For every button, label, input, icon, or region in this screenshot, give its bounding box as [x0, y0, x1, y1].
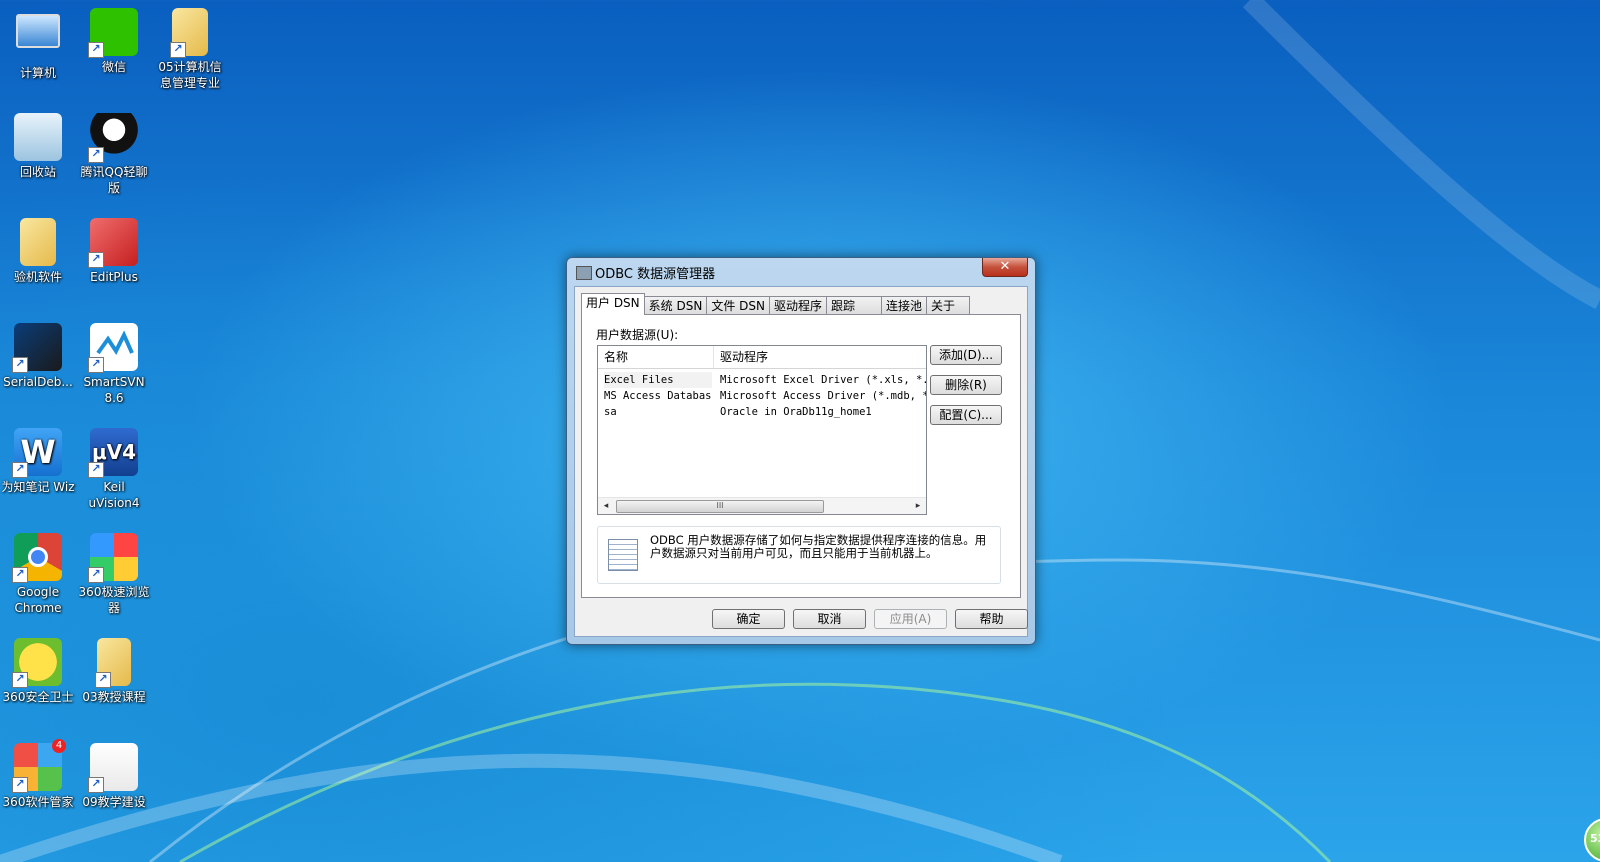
recycle-bin-icon	[14, 113, 62, 161]
desktop-icon-wiz[interactable]: W ↗ 为知笔记 Wiz	[1, 428, 75, 495]
info-text: ODBC 用户数据源存储了如何与指定数据提供程序连接的信息。用户数据源只对当前用…	[650, 533, 987, 560]
list-header: 名称 驱动程序	[598, 346, 926, 369]
pdf-file-icon: ↗	[88, 743, 138, 793]
row-driver: Oracle in OraDb11g_home1	[720, 406, 872, 418]
desktop-icon-label: Keil uVision4	[88, 480, 140, 510]
wiz-icon: W ↗	[12, 428, 62, 478]
close-button[interactable]: ✕	[982, 258, 1028, 277]
row-driver: Microsoft Access Driver (*.mdb, *.	[720, 390, 926, 402]
folder-icon: ↗	[170, 8, 208, 58]
desktop-icon-wechat[interactable]: ↗ 微信	[77, 8, 151, 75]
configure-button[interactable]: 配置(C)...	[930, 405, 1002, 425]
desktop-icon-05folder[interactable]: ↗ 05计算机信息管理专业	[153, 8, 227, 91]
editplus-icon: ↗	[88, 218, 138, 268]
tab-user-dsn[interactable]: 用户 DSN	[581, 293, 645, 315]
desktop-icon-label: 回收站	[19, 165, 56, 179]
column-header-driver[interactable]: 驱动程序	[714, 346, 926, 368]
tab-system-dsn[interactable]: 系统 DSN	[643, 296, 708, 315]
odbc-app-icon	[576, 266, 592, 280]
keil-icon: μV4 ↗	[88, 428, 138, 478]
remove-button[interactable]: 删除(R)	[930, 375, 1002, 395]
desktop-icon-yanji[interactable]: 验机软件	[1, 218, 75, 285]
desktop-icon-label: 360软件管家	[2, 795, 74, 809]
user-dsn-panel: 用户数据源(U): 名称 驱动程序 Excel Files Microsoft …	[581, 314, 1021, 598]
window-title: ODBC 数据源管理器	[595, 267, 716, 282]
folder-icon: ↗	[95, 638, 131, 688]
computer-icon	[14, 14, 62, 62]
scroll-left-arrow-icon[interactable]: ◂	[598, 498, 614, 514]
desktop-icon-09teaching[interactable]: ↗ 09教学建设	[77, 743, 151, 810]
tab-tracing[interactable]: 跟踪	[825, 296, 882, 315]
row-name: MS Access Database	[604, 390, 712, 402]
desktop-icon-label: 09教学建设	[82, 795, 146, 809]
desktop-icon-360browser[interactable]: ↗ 360极速浏览器	[77, 533, 151, 616]
desktop-icon-keil[interactable]: μV4 ↗ Keil uVision4	[77, 428, 151, 511]
data-source-info-icon	[608, 539, 638, 571]
desktop-icon-label: Google Chrome	[14, 585, 62, 615]
row-name: sa	[604, 406, 617, 418]
desktop-icon-smartsvn[interactable]: ↗ SmartSVN 8.6	[77, 323, 151, 406]
desktop-icon-label: 计算机	[19, 66, 56, 80]
add-button[interactable]: 添加(D)...	[930, 345, 1002, 365]
desktop-icon-chrome[interactable]: ↗ Google Chrome	[1, 533, 75, 616]
desktop-icon-label: 腾讯QQ轻聊版	[80, 165, 148, 195]
desktop-icon-computer[interactable]: 计算机	[1, 8, 75, 81]
column-header-name[interactable]: 名称	[598, 346, 714, 368]
odbc-dialog: ODBC 数据源管理器 ✕ 用户 DSN 系统 DSN 文件 DSN 驱动程序 跟踪 连接…	[566, 257, 1036, 645]
data-source-list[interactable]: 名称 驱动程序 Excel Files Microsoft Excel Driv…	[597, 345, 927, 515]
list-row[interactable]: MS Access Database Microsoft Access Driv…	[598, 388, 926, 404]
desktop-icon-serialdebug[interactable]: ↗ SerialDeb...	[1, 323, 75, 390]
desktop-icon-label: SmartSVN 8.6	[83, 375, 145, 405]
tab-file-dsn[interactable]: 文件 DSN	[706, 296, 770, 315]
tab-connection-pooling[interactable]: 连接池	[881, 296, 928, 315]
user-data-sources-label: 用户数据源(U):	[596, 328, 679, 342]
desktop-icon-label: 微信	[101, 60, 126, 74]
desktop-icon-label: 360极速浏览器	[78, 585, 150, 615]
wechat-icon: ↗	[88, 8, 138, 58]
scroll-right-arrow-icon[interactable]: ▸	[910, 498, 926, 514]
360-software-manager-icon: 4 ↗	[12, 739, 66, 793]
desktop-icon-label: 03教授课程	[82, 690, 146, 704]
serial-debug-icon: ↗	[12, 323, 62, 373]
tab-strip: 用户 DSN 系统 DSN 文件 DSN 驱动程序 跟踪 连接池 关于	[581, 293, 971, 315]
desktop-icon-editplus[interactable]: ↗ EditPlus	[77, 218, 151, 285]
horizontal-scrollbar[interactable]: ◂ III ▸	[598, 497, 926, 514]
ok-button[interactable]: 确定	[712, 609, 785, 629]
folder-icon	[20, 218, 56, 266]
desktop-icon-label: 为知笔记 Wiz	[1, 480, 75, 494]
tab-drivers[interactable]: 驱动程序	[768, 296, 827, 315]
row-driver: Microsoft Excel Driver (*.xls, *.x	[720, 374, 926, 386]
list-row[interactable]: sa Oracle in OraDb11g_home1	[598, 404, 926, 420]
desktop-icon-qq[interactable]: ↗ 腾讯QQ轻聊版	[77, 113, 151, 196]
scroll-thumb[interactable]: III	[616, 500, 824, 513]
smartsvn-icon: ↗	[88, 323, 138, 373]
desktop-icon-label: 05计算机信息管理专业	[158, 60, 222, 90]
360-browser-icon: ↗	[88, 533, 138, 583]
cancel-button[interactable]: 取消	[793, 609, 866, 629]
row-name: Excel Files	[604, 372, 712, 388]
keil-glyph: μV4	[91, 440, 137, 464]
desktop-icon-label: 360安全卫士	[2, 690, 74, 704]
desktop-icon-360safe[interactable]: ↗ 360安全卫士	[1, 638, 75, 705]
list-row[interactable]: Excel Files Microsoft Excel Driver (*.xl…	[598, 372, 926, 388]
desktop-icon-recycle-bin[interactable]: 回收站	[1, 113, 75, 180]
dialog-client-area: 用户 DSN 系统 DSN 文件 DSN 驱动程序 跟踪 连接池 关于 用户数据源(U): …	[574, 286, 1028, 637]
desktop-icon-label: SerialDeb...	[3, 375, 73, 389]
tab-about[interactable]: 关于	[926, 296, 971, 315]
desktop-icon-360manager[interactable]: 4 ↗ 360软件管家	[1, 739, 75, 810]
chrome-icon: ↗	[12, 533, 62, 583]
title-bar[interactable]: ODBC 数据源管理器 ✕	[567, 258, 1035, 286]
info-box: ODBC 用户数据源存储了如何与指定数据提供程序连接的信息。用户数据源只对当前用…	[597, 526, 1001, 584]
360-safe-icon: ↗	[12, 638, 62, 688]
speed-ball-widget[interactable]: 53	[1584, 818, 1600, 862]
qq-penguin-icon: ↗	[88, 113, 138, 163]
notification-badge: 4	[52, 739, 66, 753]
apply-button[interactable]: 应用(A)	[874, 609, 947, 629]
desktop-icon-03course[interactable]: ↗ 03教授课程	[77, 638, 151, 705]
help-button[interactable]: 帮助	[955, 609, 1028, 629]
desktop-icon-label: EditPlus	[90, 270, 138, 284]
desktop-icon-label: 验机软件	[13, 270, 62, 284]
